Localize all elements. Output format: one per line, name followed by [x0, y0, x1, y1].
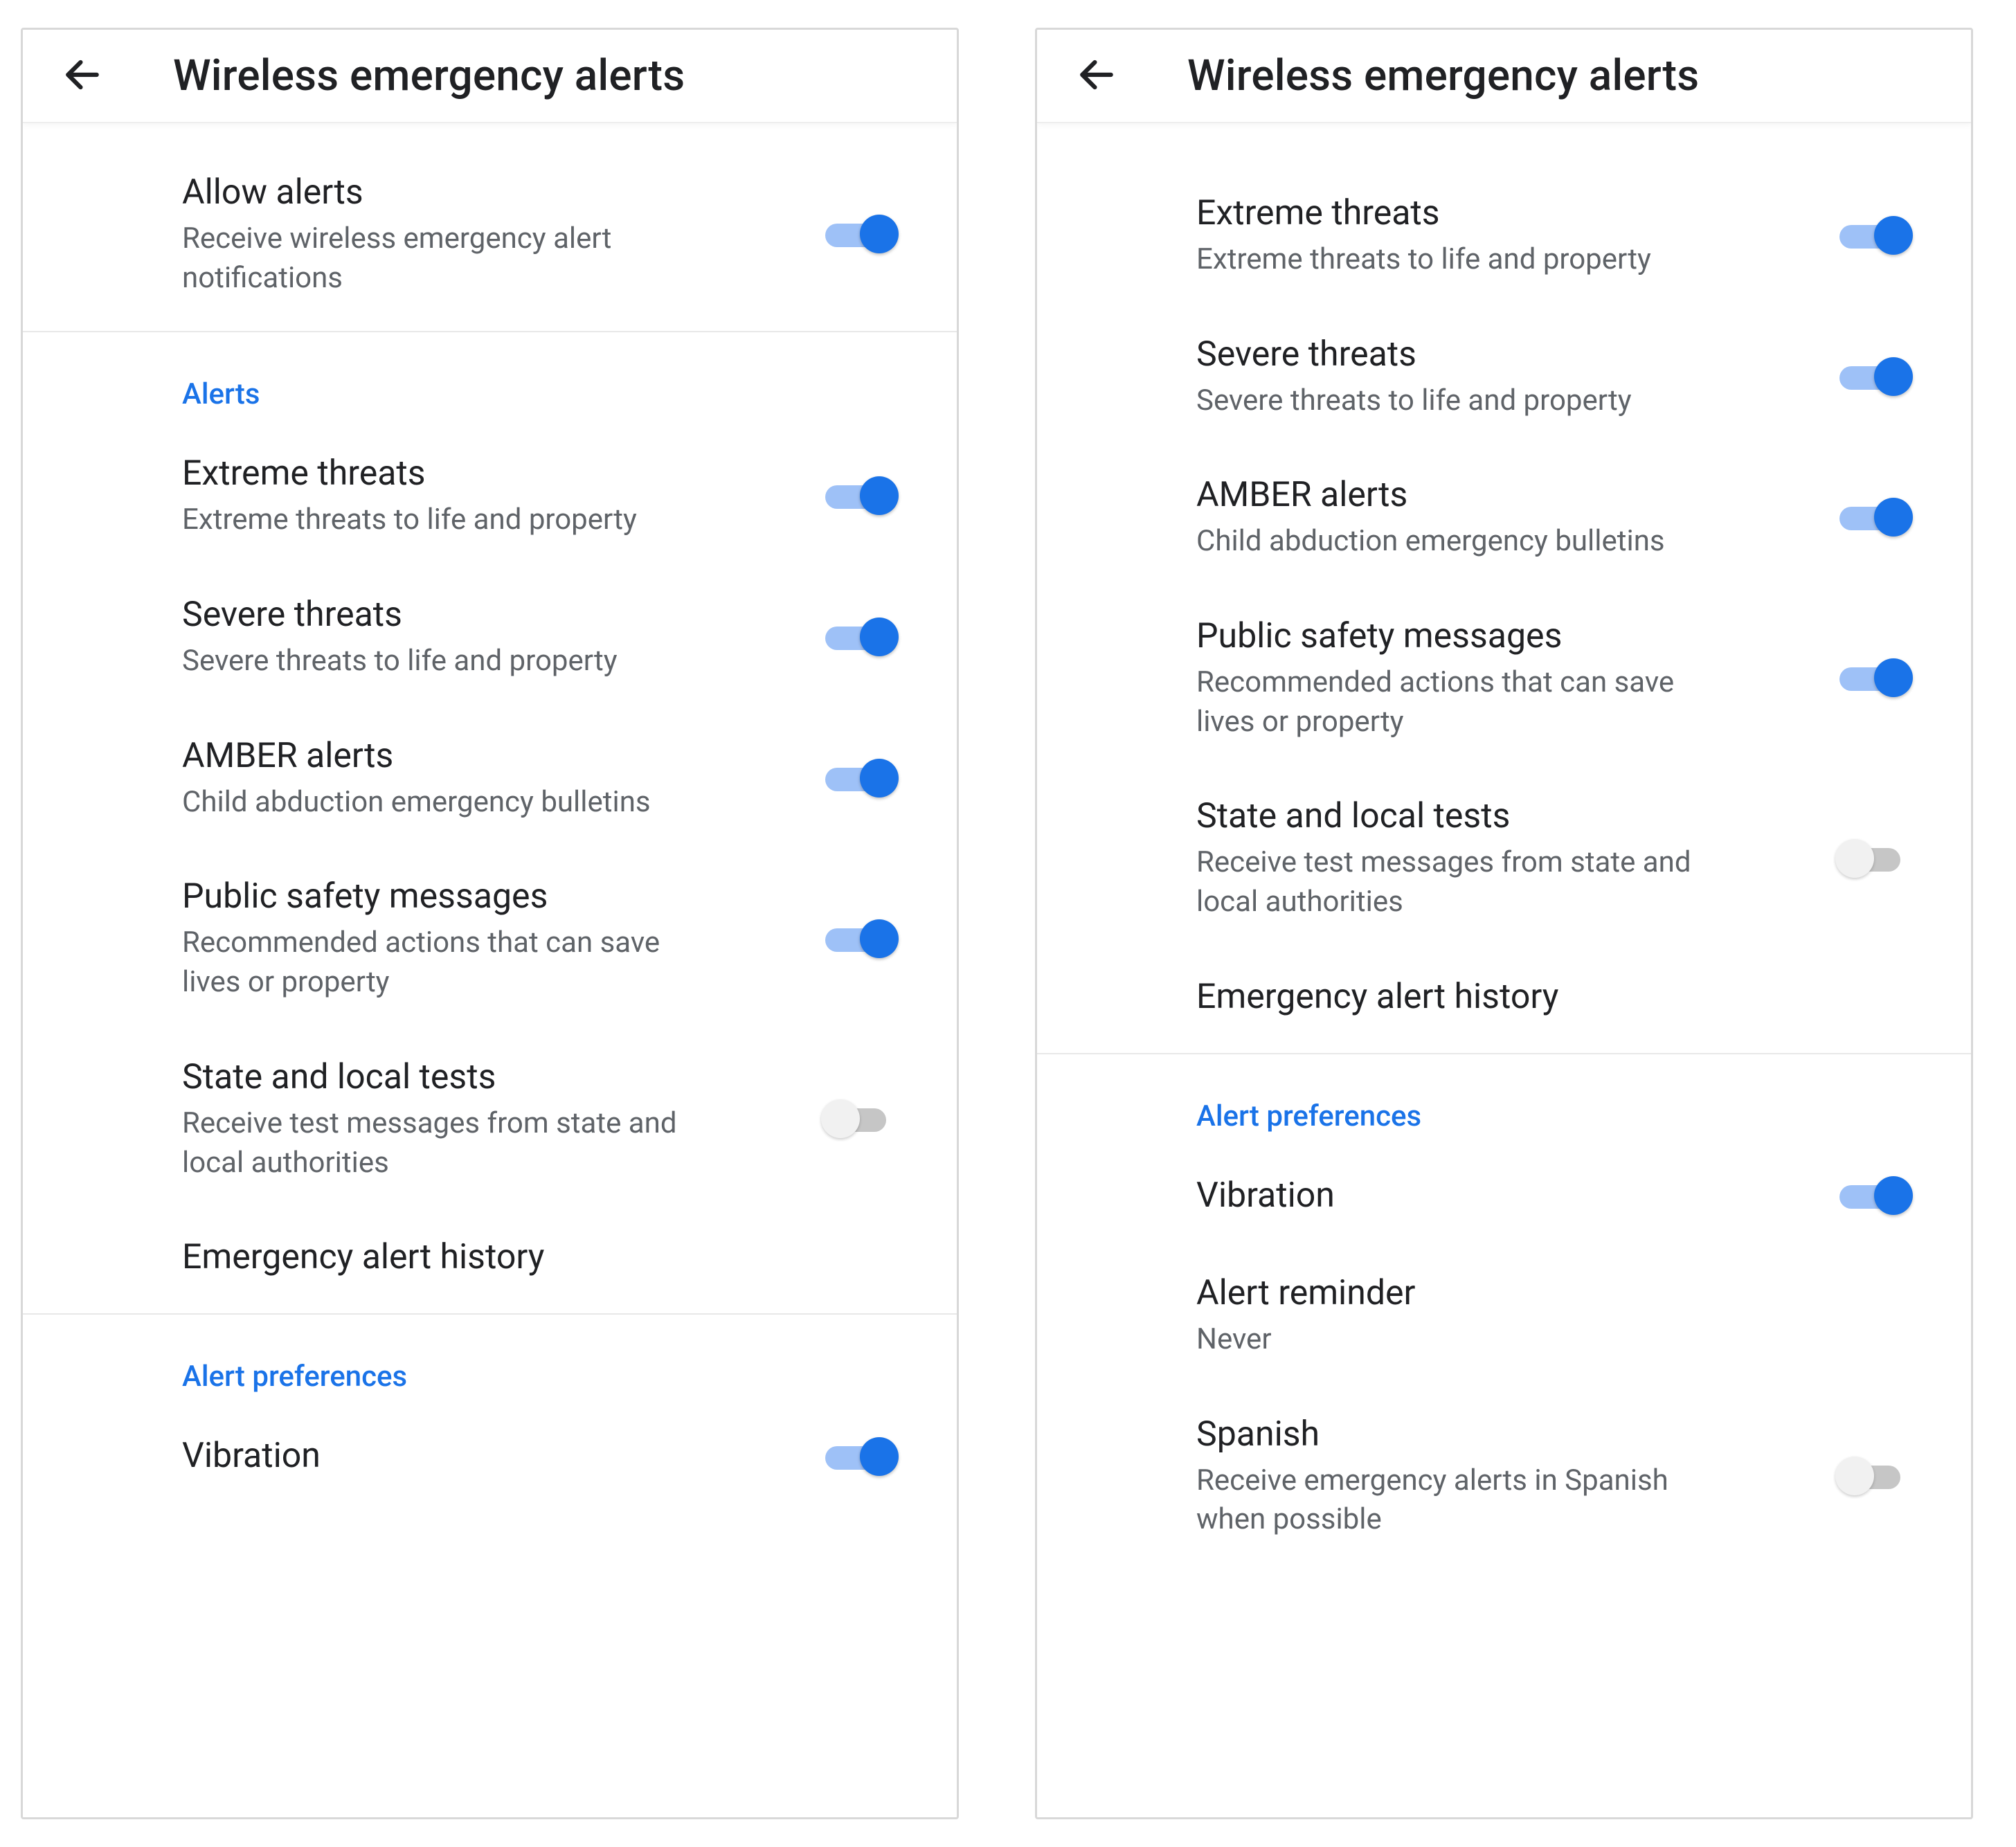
row-subtitle: Extreme threats to life and property [182, 501, 708, 540]
row-extreme-threats[interactable]: Extreme threats Extreme threats to life … [23, 425, 957, 566]
row-title: Spanish [1196, 1412, 1812, 1457]
row-subtitle: Never [1196, 1320, 1722, 1360]
row-amber-alerts[interactable]: AMBER alerts Child abduction emergency b… [1037, 447, 1971, 588]
row-title: AMBER alerts [1196, 473, 1812, 518]
toggle-public-safety[interactable] [825, 917, 894, 960]
toggle-public-safety[interactable] [1839, 656, 1909, 699]
section-header-prefs: Alert preferences [23, 1335, 957, 1407]
row-title: Vibration [182, 1434, 798, 1479]
row-title: Public safety messages [182, 874, 798, 919]
row-alert-history[interactable]: Emergency alert history [23, 1209, 957, 1306]
row-title: Emergency alert history [182, 1235, 867, 1280]
row-vibration[interactable]: Vibration [1037, 1147, 1971, 1245]
toggle-amber-alerts[interactable] [1839, 496, 1909, 539]
row-spanish[interactable]: Spanish Receive emergency alerts in Span… [1037, 1386, 1971, 1566]
phone-right: Wireless emergency alerts Extreme threat… [1035, 28, 1973, 1819]
phone-left: Wireless emergency alerts Allow alerts R… [21, 28, 959, 1819]
row-subtitle: Receive test messages from state and loc… [182, 1104, 708, 1182]
row-subtitle: Receive wireless emergency alert notific… [182, 219, 708, 298]
row-public-safety[interactable]: Public safety messages Recommended actio… [23, 848, 957, 1028]
row-public-safety[interactable]: Public safety messages Recommended actio… [1037, 588, 1971, 768]
row-title: AMBER alerts [182, 734, 798, 779]
row-subtitle: Receive emergency alerts in Spanish when… [1196, 1461, 1722, 1540]
row-subtitle: Severe threats to life and property [1196, 381, 1722, 421]
row-title: Extreme threats [1196, 191, 1812, 236]
row-state-local-tests[interactable]: State and local tests Receive test messa… [23, 1029, 957, 1209]
row-title: Vibration [1196, 1173, 1812, 1218]
row-title: Public safety messages [1196, 614, 1812, 659]
toolbar: Wireless emergency alerts [1037, 30, 1971, 123]
row-alert-history[interactable]: Emergency alert history [1037, 948, 1971, 1046]
row-alert-reminder[interactable]: Alert reminder Never [1037, 1245, 1971, 1386]
toggle-severe-threats[interactable] [825, 615, 894, 658]
toggle-severe-threats[interactable] [1839, 355, 1909, 398]
row-title: Severe threats [1196, 332, 1812, 377]
back-arrow-icon[interactable] [61, 53, 104, 99]
row-title: State and local tests [1196, 794, 1812, 839]
row-subtitle: Child abduction emergency bulletins [182, 783, 708, 822]
row-extreme-threats[interactable]: Extreme threats Extreme threats to life … [1037, 165, 1971, 306]
row-title: Extreme threats [182, 451, 798, 496]
toolbar: Wireless emergency alerts [23, 30, 957, 123]
toggle-amber-alerts[interactable] [825, 757, 894, 800]
row-severe-threats[interactable]: Severe threats Severe threats to life an… [1037, 306, 1971, 447]
toggle-spanish[interactable] [1839, 1454, 1909, 1497]
row-subtitle: Receive test messages from state and loc… [1196, 843, 1722, 921]
toggle-vibration[interactable] [825, 1435, 894, 1478]
toggle-extreme-threats[interactable] [1839, 214, 1909, 257]
row-title: Emergency alert history [1196, 975, 1881, 1020]
row-state-local-tests[interactable]: State and local tests Receive test messa… [1037, 768, 1971, 948]
section-header-alerts: Alerts [23, 353, 957, 425]
row-title: Allow alerts [182, 170, 798, 215]
back-arrow-icon[interactable] [1075, 53, 1118, 99]
row-title: Alert reminder [1196, 1271, 1881, 1316]
row-vibration[interactable]: Vibration [23, 1407, 957, 1505]
row-subtitle: Child abduction emergency bulletins [1196, 522, 1722, 561]
toggle-state-local-tests[interactable] [1839, 837, 1909, 880]
row-title: State and local tests [182, 1055, 798, 1100]
section-header-prefs: Alert preferences [1037, 1075, 1971, 1147]
page-title: Wireless emergency alerts [173, 51, 685, 101]
toggle-allow-alerts[interactable] [825, 213, 894, 255]
row-allow-alerts[interactable]: Allow alerts Receive wireless emergency … [23, 144, 957, 324]
row-severe-threats[interactable]: Severe threats Severe threats to life an… [23, 566, 957, 708]
row-subtitle: Severe threats to life and property [182, 642, 708, 681]
row-subtitle: Extreme threats to life and property [1196, 240, 1722, 280]
row-subtitle: Recommended actions that can save lives … [182, 924, 708, 1002]
row-title: Severe threats [182, 593, 798, 638]
page-title: Wireless emergency alerts [1187, 51, 1699, 101]
toggle-vibration[interactable] [1839, 1174, 1909, 1217]
row-amber-alerts[interactable]: AMBER alerts Child abduction emergency b… [23, 708, 957, 849]
toggle-state-local-tests[interactable] [825, 1097, 894, 1140]
row-subtitle: Recommended actions that can save lives … [1196, 663, 1722, 741]
toggle-extreme-threats[interactable] [825, 474, 894, 517]
